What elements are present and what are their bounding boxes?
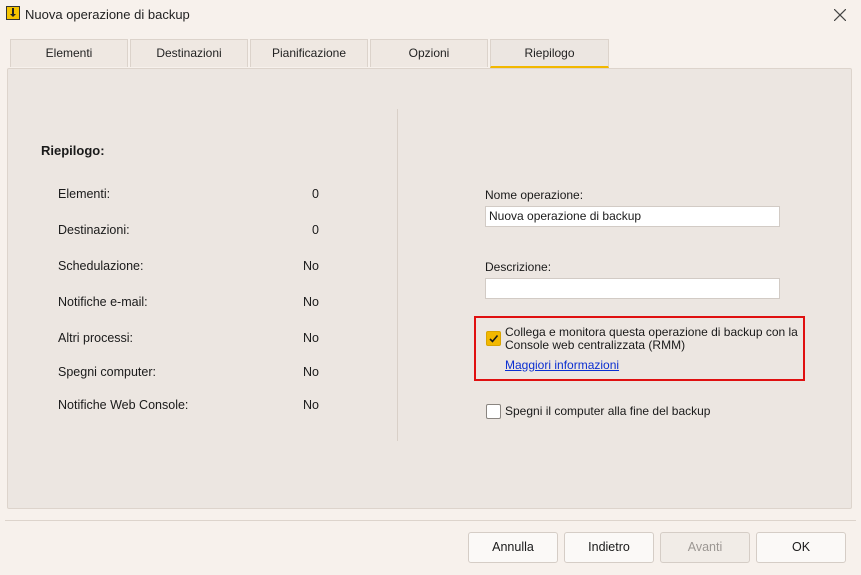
cancel-button[interactable]: Annulla <box>468 532 558 563</box>
shutdown-label: Spegni il computer alla fine del backup <box>505 404 711 418</box>
name-label: Nome operazione: <box>485 188 584 202</box>
name-input[interactable]: Nuova operazione di backup <box>485 206 780 227</box>
rmm-label-line2: Console web centralizzata (RMM) <box>505 338 686 352</box>
summary-panel: Riepilogo: Elementi: 0 Destinazioni: 0 S… <box>7 68 852 509</box>
summary-value-notifiche-web-console: No <box>303 398 319 412</box>
back-button[interactable]: Indietro <box>564 532 654 563</box>
title-bar: Nuova operazione di backup <box>0 0 861 30</box>
summary-value-schedulazione: No <box>303 259 319 273</box>
description-input[interactable] <box>485 278 780 299</box>
summary-label-altri-processi: Altri processi: <box>58 331 134 345</box>
ok-button[interactable]: OK <box>756 532 846 563</box>
tab-riepilogo[interactable]: Riepilogo <box>490 39 609 68</box>
window-title: Nuova operazione di backup <box>25 7 190 22</box>
summary-label-elementi: Elementi: <box>58 187 111 201</box>
footer-divider <box>5 520 856 521</box>
tab-pianificazione[interactable]: Pianificazione <box>250 39 368 67</box>
vertical-divider <box>397 109 398 441</box>
summary-value-altri-processi: No <box>303 331 319 345</box>
summary-label-destinazioni: Destinazioni: <box>58 223 130 237</box>
summary-value-destinazioni: 0 <box>312 223 319 237</box>
tab-bar: Elementi Destinazioni Pianificazione Opz… <box>8 39 808 68</box>
tab-destinazioni[interactable]: Destinazioni <box>130 39 248 67</box>
summary-label-schedulazione: Schedulazione: <box>58 259 144 273</box>
summary-title: Riepilogo: <box>41 143 105 158</box>
close-icon <box>834 9 846 21</box>
app-icon <box>6 6 20 20</box>
rmm-checkbox[interactable] <box>486 331 501 346</box>
tab-elementi[interactable]: Elementi <box>10 39 128 67</box>
summary-value-elementi: 0 <box>312 187 319 201</box>
more-info-link[interactable]: Maggiori informazioni <box>505 358 619 372</box>
summary-label-notifiche-web-console: Notifiche Web Console: <box>58 398 189 412</box>
close-button[interactable] <box>825 2 855 28</box>
checkmark-icon <box>489 334 499 343</box>
summary-label-notifiche-email: Notifiche e-mail: <box>58 295 148 309</box>
summary-value-spegni-computer: No <box>303 365 319 379</box>
tab-opzioni[interactable]: Opzioni <box>370 39 488 67</box>
summary-label-spegni-computer: Spegni computer: <box>58 365 156 379</box>
shutdown-checkbox[interactable] <box>486 404 501 419</box>
next-button[interactable]: Avanti <box>660 532 750 563</box>
summary-value-notifiche-email: No <box>303 295 319 309</box>
description-label: Descrizione: <box>485 260 552 274</box>
